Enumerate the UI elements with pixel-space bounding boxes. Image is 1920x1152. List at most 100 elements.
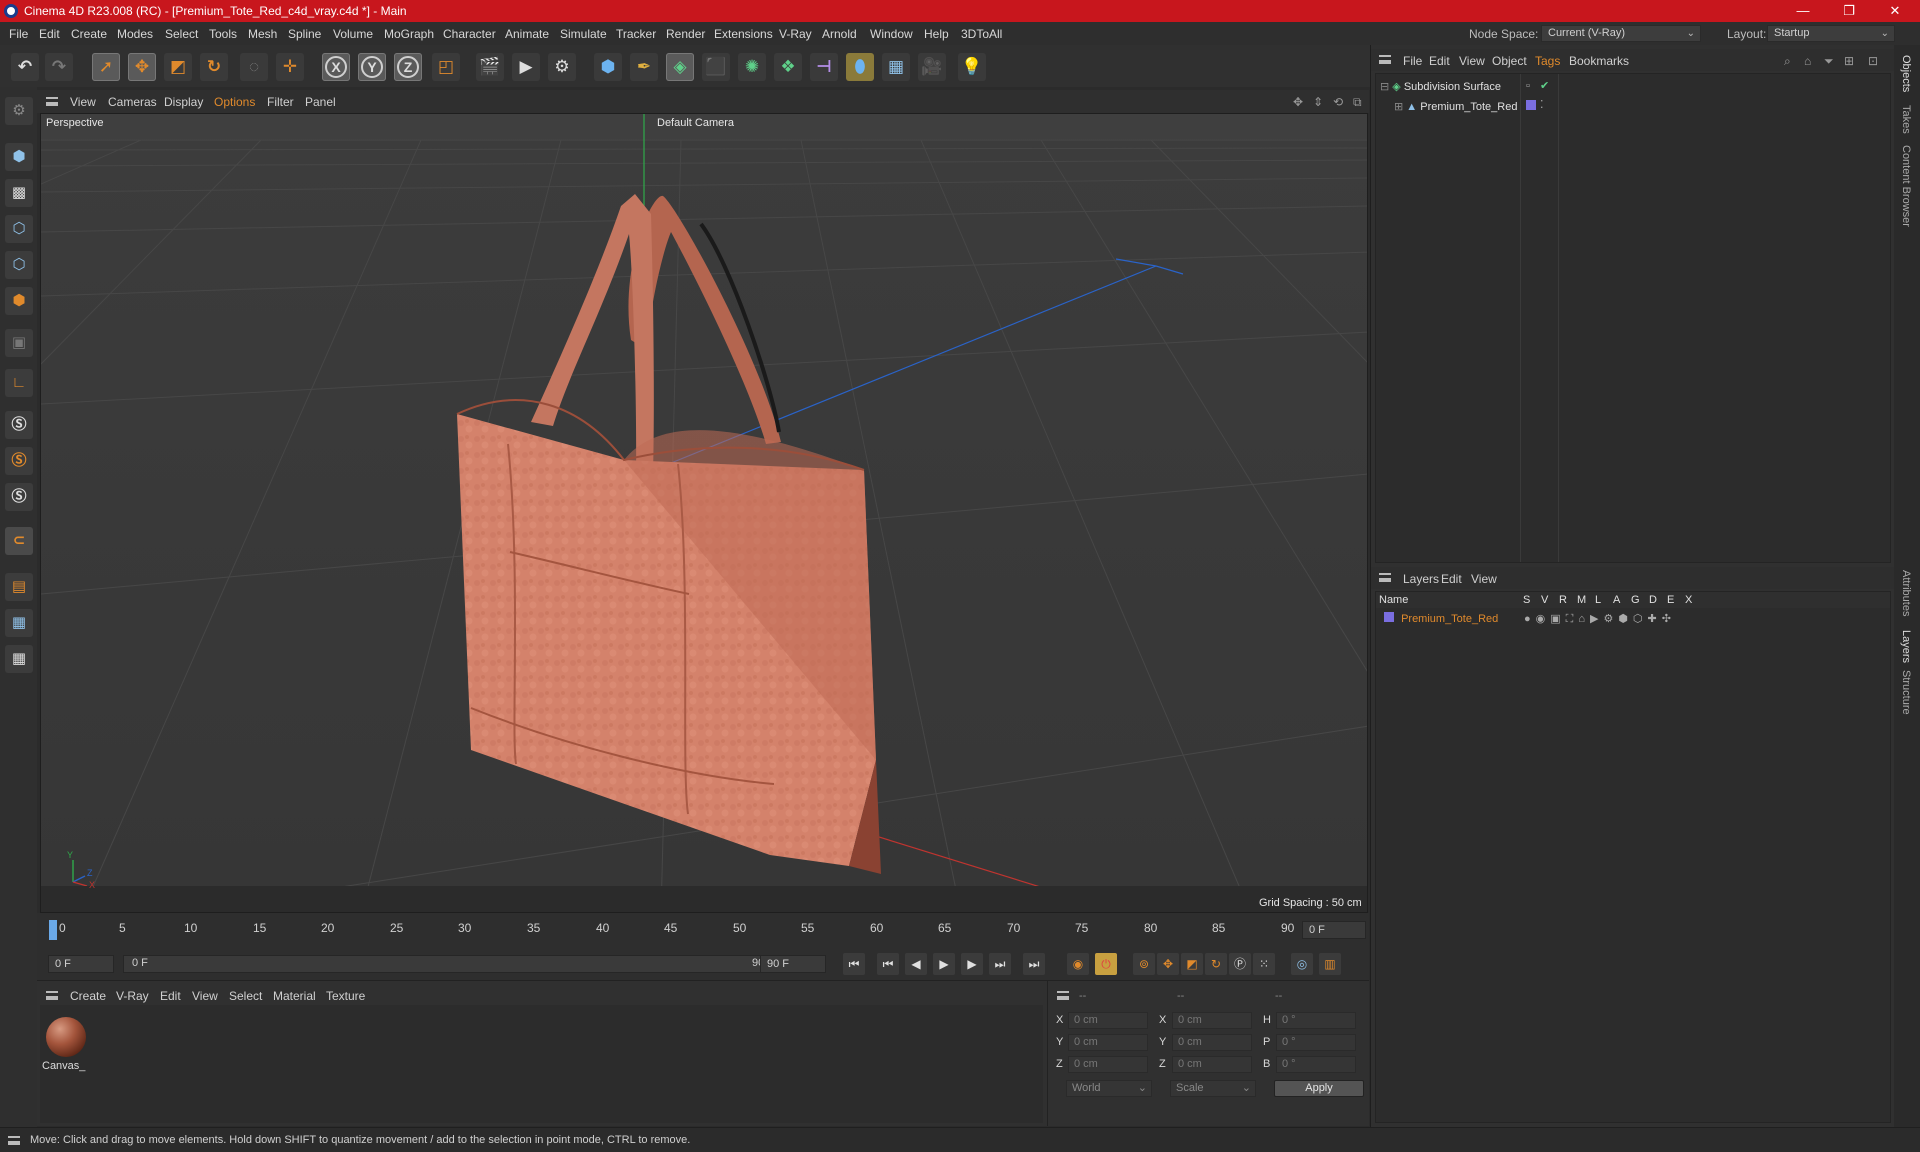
make-editable-button[interactable]: ⚙	[5, 97, 33, 125]
hamburger-menu-icon[interactable]	[1057, 991, 1069, 1000]
viewport-rotate-icon[interactable]: ⟲	[1333, 95, 1343, 109]
floor-button[interactable]: ▦	[882, 53, 910, 81]
rot-p-field[interactable]: 0 °	[1276, 1034, 1356, 1051]
go-to-start-button[interactable]: ⏮	[843, 953, 865, 975]
select-tool-button[interactable]: ➚	[92, 53, 120, 81]
panel-options-icon[interactable]: ⊡	[1868, 54, 1878, 68]
rot-h-field[interactable]: 0 °	[1276, 1012, 1356, 1029]
camera-button[interactable]: 🎥	[918, 53, 946, 81]
render-settings-button[interactable]: ⚙	[548, 53, 576, 81]
objects-menu-edit[interactable]: Edit	[1429, 54, 1450, 68]
end-frame-field[interactable]: 90 F	[760, 955, 826, 973]
hamburger-menu-icon[interactable]	[1379, 55, 1391, 64]
viewport-menu-display[interactable]: Display	[164, 95, 203, 109]
menu-edit[interactable]: Edit	[39, 27, 60, 41]
field-button[interactable]: ⬮	[846, 53, 874, 81]
menu-spline[interactable]: Spline	[288, 27, 321, 41]
hamburger-menu-icon[interactable]	[8, 1136, 20, 1145]
workplane-button[interactable]: ▤	[5, 573, 33, 601]
column-animation[interactable]: A	[1613, 594, 1620, 606]
node-space-dropdown[interactable]: Current (V-Ray) ⌄	[1541, 25, 1701, 42]
visibility-dots-icon[interactable]: ▫	[1526, 80, 1530, 92]
rotate-tool-button[interactable]: ↻	[200, 53, 228, 81]
autokey-button[interactable]: ⏻	[1095, 953, 1117, 975]
scale-tool-button[interactable]: ◩	[164, 53, 192, 81]
keyframe-selection-button[interactable]: ⊚	[1133, 953, 1155, 975]
close-button[interactable]: ✕	[1872, 0, 1918, 22]
timeline-playhead[interactable]	[49, 920, 57, 940]
object-name[interactable]: Subdivision Surface	[1404, 81, 1501, 93]
tab-content-browser[interactable]: Content Browser	[1900, 145, 1912, 227]
timeline-ruler[interactable]: 0 5 10 15 20 25 30 35 40 45 50 55 60 65 …	[37, 913, 1369, 948]
column-visible[interactable]: V	[1541, 594, 1548, 606]
tab-layers[interactable]: Layers	[1900, 630, 1912, 663]
material-preview-canvas[interactable]	[46, 1017, 86, 1057]
column-xrefs[interactable]: X	[1685, 594, 1692, 606]
material-menu-texture[interactable]: Texture	[326, 989, 365, 1003]
record-keys-button[interactable]: ◉	[1067, 953, 1089, 975]
solo-button[interactable]: Ⓢ	[5, 411, 33, 439]
size-z-field[interactable]: 0 cm	[1172, 1056, 1252, 1073]
tab-attributes[interactable]: Attributes	[1900, 570, 1912, 616]
solo-hierarchy-button[interactable]: Ⓢ	[5, 447, 33, 475]
key-scale-button[interactable]: ◩	[1181, 953, 1203, 975]
hamburger-menu-icon[interactable]	[46, 991, 58, 1000]
new-panel-icon[interactable]: ⊞	[1844, 54, 1854, 68]
menu-arnold[interactable]: Arnold	[822, 27, 857, 41]
menu-file[interactable]: File	[9, 27, 28, 41]
move-tool-button[interactable]: ✥	[128, 53, 156, 81]
layout-dropdown[interactable]: Startup ⌄	[1767, 25, 1895, 42]
material-menu-material[interactable]: Material	[273, 989, 316, 1003]
edges-mode-button[interactable]: ⬡	[5, 251, 33, 279]
undo-button[interactable]: ↶	[11, 53, 39, 81]
menu-3dtoall[interactable]: 3DToAll	[961, 27, 1002, 41]
texture-mode-button[interactable]: ▩	[5, 179, 33, 207]
collapse-icon[interactable]: ⊟	[1380, 81, 1389, 93]
viewport-camera-label[interactable]: Default Camera	[657, 117, 734, 129]
next-key-button[interactable]: ⏭	[989, 953, 1011, 975]
material-menu-view[interactable]: View	[192, 989, 218, 1003]
layer-name[interactable]: Premium_Tote_Red	[1401, 613, 1498, 625]
viewport-maximize-icon[interactable]: ⧉	[1353, 95, 1362, 110]
key-rotation-button[interactable]: ↻	[1205, 953, 1227, 975]
viewport-menu-filter[interactable]: Filter	[267, 95, 294, 109]
axis-mode-button[interactable]: ∟	[5, 369, 33, 397]
go-to-end-button[interactable]: ⏭	[1023, 953, 1045, 975]
tab-takes[interactable]: Takes	[1900, 105, 1912, 134]
menu-vray[interactable]: V-Ray	[779, 27, 812, 41]
bend-deformer-button[interactable]: ⊣	[810, 53, 838, 81]
menu-render[interactable]: Render	[666, 27, 705, 41]
pos-x-field[interactable]: 0 cm	[1068, 1012, 1148, 1029]
menu-character[interactable]: Character	[443, 27, 496, 41]
column-name[interactable]: Name	[1379, 594, 1408, 606]
material-menu-vray[interactable]: V-Ray	[116, 989, 149, 1003]
current-frame-field[interactable]: 0 F	[1302, 921, 1366, 939]
light-button[interactable]: 💡	[958, 53, 986, 81]
restore-button[interactable]: ❐	[1826, 0, 1872, 22]
create-tool-button[interactable]: ✛	[276, 53, 304, 81]
start-frame-field[interactable]: 0 F	[48, 955, 114, 973]
viewport-move-icon[interactable]: ✥	[1293, 95, 1303, 109]
key-position-button[interactable]: ✥	[1157, 953, 1179, 975]
enabled-check-icon[interactable]: ✔	[1540, 79, 1549, 92]
next-frame-button[interactable]: ▶	[961, 953, 983, 975]
layers-menu-view[interactable]: View	[1471, 572, 1497, 586]
object-name[interactable]: Premium_Tote_Red	[1420, 101, 1517, 113]
menu-extensions[interactable]: Extensions	[714, 27, 773, 41]
menu-mograph[interactable]: MoGraph	[384, 27, 434, 41]
menu-create[interactable]: Create	[71, 27, 107, 41]
objects-menu-view[interactable]: View	[1459, 54, 1485, 68]
layer-toggle-icons[interactable]: ●◉▣⛶⌂▶⚙⬢⬡✚✣	[1524, 612, 1676, 626]
menu-mesh[interactable]: Mesh	[248, 27, 277, 41]
model-mode-button[interactable]: ⬢	[5, 143, 33, 171]
coordinate-mode-dropdown[interactable]: Scale ⌄	[1170, 1080, 1256, 1097]
material-menu-create[interactable]: Create	[70, 989, 106, 1003]
grid-button[interactable]: ▦	[5, 609, 33, 637]
polygons-mode-button[interactable]: ⬢	[5, 287, 33, 315]
viewport-perspective[interactable]: Perspective Default Camera Y Z X Grid Sp…	[40, 113, 1368, 913]
rot-b-field[interactable]: 0 °	[1276, 1056, 1356, 1073]
mograph-cloner-button[interactable]: ✺	[738, 53, 766, 81]
pos-z-field[interactable]: 0 cm	[1068, 1056, 1148, 1073]
z-axis-button[interactable]: Z	[394, 53, 422, 81]
pos-y-field[interactable]: 0 cm	[1068, 1034, 1148, 1051]
